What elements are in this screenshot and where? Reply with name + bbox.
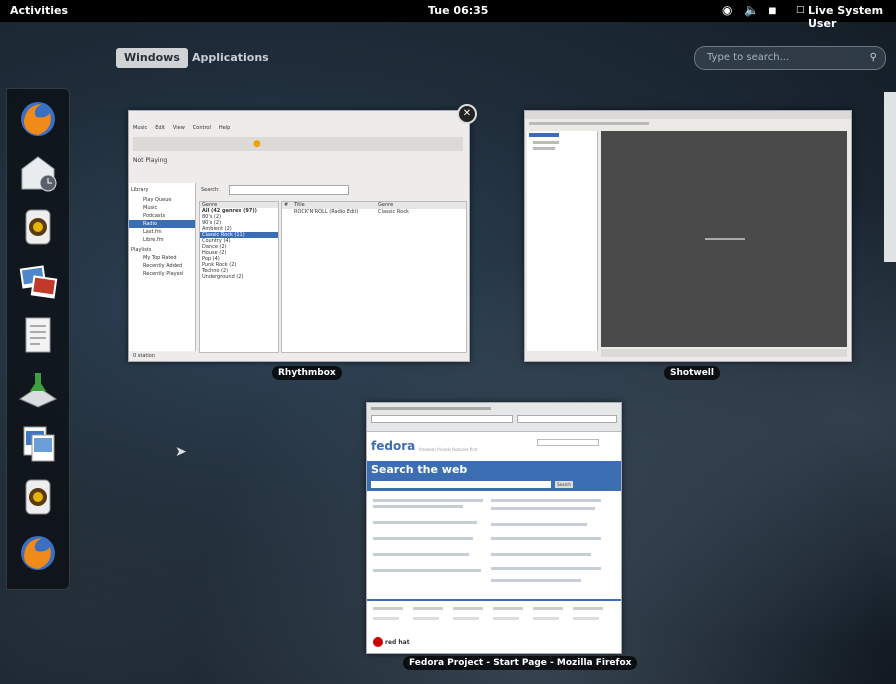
user-menu[interactable]: Live System User xyxy=(808,4,896,30)
window-label-shotwell: Shotwell xyxy=(664,366,720,380)
sidebar-item: Last.fm xyxy=(143,229,162,235)
window-thumbnail-firefox[interactable]: fedora freedom friends features first Se… xyxy=(366,402,622,654)
sidebar-item: Play Queue xyxy=(143,197,172,203)
rhythmbox-icon[interactable] xyxy=(18,207,58,247)
titlebar xyxy=(525,111,851,119)
genre-list: Genre All (42 genres (97)) 80's (2) 90's… xyxy=(199,201,279,353)
search-label: Search: xyxy=(201,187,220,193)
fedora-tagline: freedom friends features first xyxy=(419,447,478,452)
column-header: Title xyxy=(294,202,305,208)
sidebar-item: Recently Played xyxy=(143,271,183,277)
image-viewer-icon[interactable] xyxy=(18,423,58,463)
volume-icon[interactable]: 🔈 xyxy=(744,3,759,17)
firefox-running-icon[interactable] xyxy=(18,533,58,573)
tab-windows[interactable]: Windows xyxy=(116,48,188,68)
page-search-box xyxy=(537,439,599,446)
window-label-rhythmbox: Rhythmbox xyxy=(272,366,342,380)
fedora-logo: fedora xyxy=(371,439,416,453)
red-hat-wordmark: red hat xyxy=(385,639,410,646)
menu-bar: Music Edit View Control Help xyxy=(133,125,230,131)
toolbar-icon: ● xyxy=(253,139,261,149)
sidebar xyxy=(527,131,598,351)
search-banner: Search the web Search xyxy=(367,461,621,491)
playlists-header: Playlists xyxy=(131,247,152,253)
sidebar-item: Libre.fm xyxy=(143,237,164,243)
document-viewer-icon[interactable] xyxy=(18,315,58,355)
search-icon: ⚲ xyxy=(869,52,877,63)
menu-item: View xyxy=(172,125,185,131)
page-search-button: Search xyxy=(555,481,573,488)
menu-item: Music xyxy=(133,125,148,131)
sidebar-item: My Top Rated xyxy=(143,255,177,261)
table-cell: ROCK'N'ROLL (Radio Edit) xyxy=(294,209,359,215)
sidebar-header: Library xyxy=(131,187,149,193)
now-playing: Not Playing xyxy=(133,157,168,164)
accessibility-icon[interactable]: ◉ xyxy=(722,3,732,17)
dash xyxy=(6,88,70,590)
menu-bar xyxy=(529,122,649,125)
firefox-icon[interactable] xyxy=(18,99,58,139)
mouse-pointer-icon: ➤ xyxy=(175,444,187,460)
close-window-icon[interactable]: ✕ xyxy=(457,104,477,124)
window-thumbnail-rhythmbox[interactable]: Music Edit View Control Help ● Not Playi… xyxy=(128,110,470,362)
battery-icon[interactable]: ◾ xyxy=(768,3,777,17)
window-label-firefox: Fedora Project - Start Page - Mozilla Fi… xyxy=(403,656,638,670)
status-text: 0 station xyxy=(133,353,155,359)
search-field[interactable]: Type to search... ⚲ xyxy=(694,46,886,70)
column-header: Genre xyxy=(378,202,394,208)
activities-button[interactable]: Activities xyxy=(10,4,68,17)
banner-title: Search the web xyxy=(371,463,468,476)
column-header: # xyxy=(284,202,289,208)
window-thumbnail-shotwell[interactable] xyxy=(524,110,852,362)
status-bar xyxy=(601,349,847,357)
top-panel: Activities Tue 06:35 ◉ 🔈 ◾ □ Live System… xyxy=(0,0,896,30)
toolbar: ● xyxy=(133,137,463,151)
browser-toolbar xyxy=(367,403,621,432)
table-cell: Classic Rock xyxy=(378,209,409,215)
menu-item: Edit xyxy=(155,125,165,131)
track-list: # Title Genre ROCK'N'ROLL (Radio Edit) C… xyxy=(281,201,467,353)
search-placeholder: Type to search... xyxy=(707,52,790,63)
search-input xyxy=(229,185,349,195)
evolution-mail-icon[interactable] xyxy=(18,153,58,193)
list-item: Underground (2) xyxy=(202,274,244,280)
sidebar-item: Radio xyxy=(143,221,158,227)
user-icon: □ xyxy=(796,5,805,15)
sidebar-item: Music xyxy=(143,205,158,211)
shotwell-icon[interactable] xyxy=(18,261,58,301)
tab-applications[interactable]: Applications xyxy=(184,48,277,68)
sidebar-item: Podcasts xyxy=(143,213,166,219)
sidebar: Library Play Queue Music Podcasts Radio … xyxy=(129,183,196,351)
install-to-hard-drive-icon[interactable] xyxy=(18,369,58,409)
footer-rule xyxy=(367,599,621,601)
red-hat-logo-icon xyxy=(373,637,383,647)
clock[interactable]: Tue 06:35 xyxy=(428,4,488,17)
rhythmbox-running-icon[interactable] xyxy=(18,477,58,517)
menu-item: Help xyxy=(218,125,231,131)
photo-area xyxy=(601,131,847,347)
menu-item: Control xyxy=(192,125,211,131)
sidebar-item: Recently Added xyxy=(143,263,183,269)
offscreen-window-thumbnail[interactable] xyxy=(884,92,896,262)
